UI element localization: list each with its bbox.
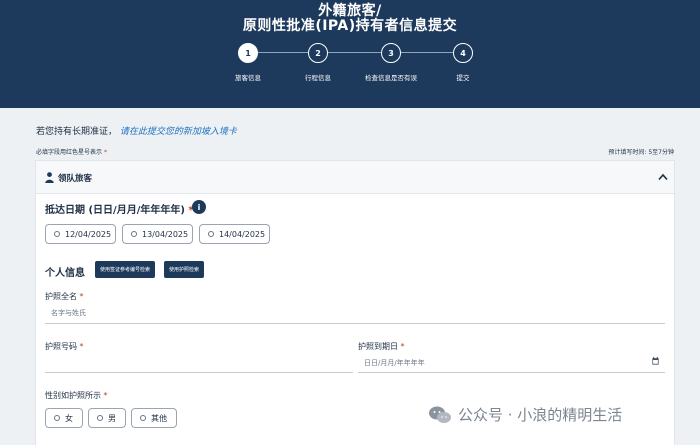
step-2-circle[interactable]: 2	[308, 43, 328, 63]
watermark-text: 公众号 · 小浪的精明生活	[458, 406, 623, 424]
passport-number-label: 护照号码 *	[45, 341, 84, 352]
passport-expiry-label: 护照到期日 *	[358, 341, 405, 352]
step-3-circle[interactable]: 3	[381, 43, 401, 63]
gender-other-option[interactable]: 其他	[131, 408, 177, 428]
radio-circle	[208, 231, 214, 237]
required-star: *	[103, 149, 107, 156]
required-note-text: 必填字段用红色星号表示	[36, 149, 103, 156]
date-option-1[interactable]: 12/04/2025	[45, 224, 116, 244]
step-connector	[328, 52, 381, 53]
watermark: 公众号 · 小浪的精明生活	[428, 404, 622, 425]
gender-option-label: 男	[108, 413, 116, 423]
long-term-pass-notice: 若您持有长期准证， 请在此提交您的新加坡入境卡	[36, 124, 237, 137]
radio-circle	[54, 231, 60, 237]
passport-number-input[interactable]	[45, 372, 353, 373]
date-option-label: 13/04/2025	[142, 229, 189, 239]
progress-stepper: 1 2 3 4 旅客信息 行程信息 检查信息是否有误 提交	[0, 42, 700, 87]
passport-search-button[interactable]: 使用护照检索	[164, 261, 205, 278]
gender-male-option[interactable]: 男	[88, 408, 126, 428]
estimated-time: 预计填写时间: 5至7分钟	[608, 149, 674, 156]
gender-label: 性别如护照所示 *	[45, 390, 108, 401]
card-title: 领队旅客	[58, 174, 93, 184]
step-connector	[401, 52, 453, 53]
gender-label-text: 性别如护照所示	[45, 391, 101, 400]
passport-expiry-label-text: 护照到期日	[358, 342, 398, 351]
fullname-label-text: 护照全名	[45, 292, 77, 301]
date-option-3[interactable]: 14/04/2025	[199, 224, 270, 244]
step-4-circle[interactable]: 4	[453, 43, 473, 63]
passport-expiry-input[interactable]: 日日/月月/年年年年	[364, 358, 425, 368]
person-icon	[45, 172, 54, 183]
gender-female-option[interactable]: 女	[45, 408, 83, 428]
wechat-icon	[429, 406, 451, 423]
lead-traveller-card: 领队旅客 抵达日期 (日日/月月/年年年年) * i 12/04/2025 13…	[35, 160, 675, 445]
required-note: 必填字段用红色星号表示 *	[36, 147, 107, 156]
radio-circle	[97, 415, 103, 421]
required-star: *	[400, 342, 405, 351]
passport-number-label-text: 护照号码	[45, 342, 77, 351]
radio-circle	[131, 231, 137, 237]
fullname-input-underline	[45, 323, 665, 324]
date-option-label: 12/04/2025	[65, 229, 112, 239]
step-1-circle[interactable]: 1	[238, 43, 258, 63]
arrival-date-label: 抵达日期 (日日/月月/年年年年) *	[45, 201, 194, 216]
required-star: *	[79, 342, 84, 351]
arrival-date-label-text: 抵达日期 (日日/月月/年年年年)	[45, 205, 185, 216]
radio-circle	[140, 415, 146, 421]
info-icon[interactable]: i	[192, 200, 206, 214]
required-star: *	[79, 292, 84, 301]
calendar-icon[interactable]	[652, 357, 659, 365]
required-star: *	[103, 391, 108, 400]
gender-option-label: 其他	[151, 413, 167, 423]
radio-circle	[54, 415, 60, 421]
page-title-line2: 原则性批准(IPA)持有者信息提交	[242, 18, 458, 34]
step-4-label: 提交	[456, 74, 470, 82]
date-option-label: 14/04/2025	[219, 229, 266, 239]
fullname-input[interactable]: 名字与姓氏	[51, 308, 86, 318]
arrival-card-link[interactable]: 请在此提交您的新加坡入境卡	[120, 127, 237, 137]
card-header[interactable]: 领队旅客	[36, 161, 674, 194]
passport-expiry-underline	[358, 372, 665, 373]
fullname-label: 护照全名 *	[45, 291, 84, 302]
notice-text: 若您持有长期准证，	[36, 127, 118, 137]
step-connector	[258, 52, 308, 53]
chevron-up-icon[interactable]	[658, 173, 668, 181]
date-option-2[interactable]: 13/04/2025	[122, 224, 193, 244]
personal-info-heading: 个人信息	[45, 268, 85, 279]
gender-option-label: 女	[65, 413, 73, 423]
page-header: 外籍旅客/ 原则性批准(IPA)持有者信息提交 1 2 3 4 旅客信息 行程信…	[0, 0, 700, 108]
visa-ref-search-button[interactable]: 使用签证参考编号检索	[95, 261, 156, 278]
